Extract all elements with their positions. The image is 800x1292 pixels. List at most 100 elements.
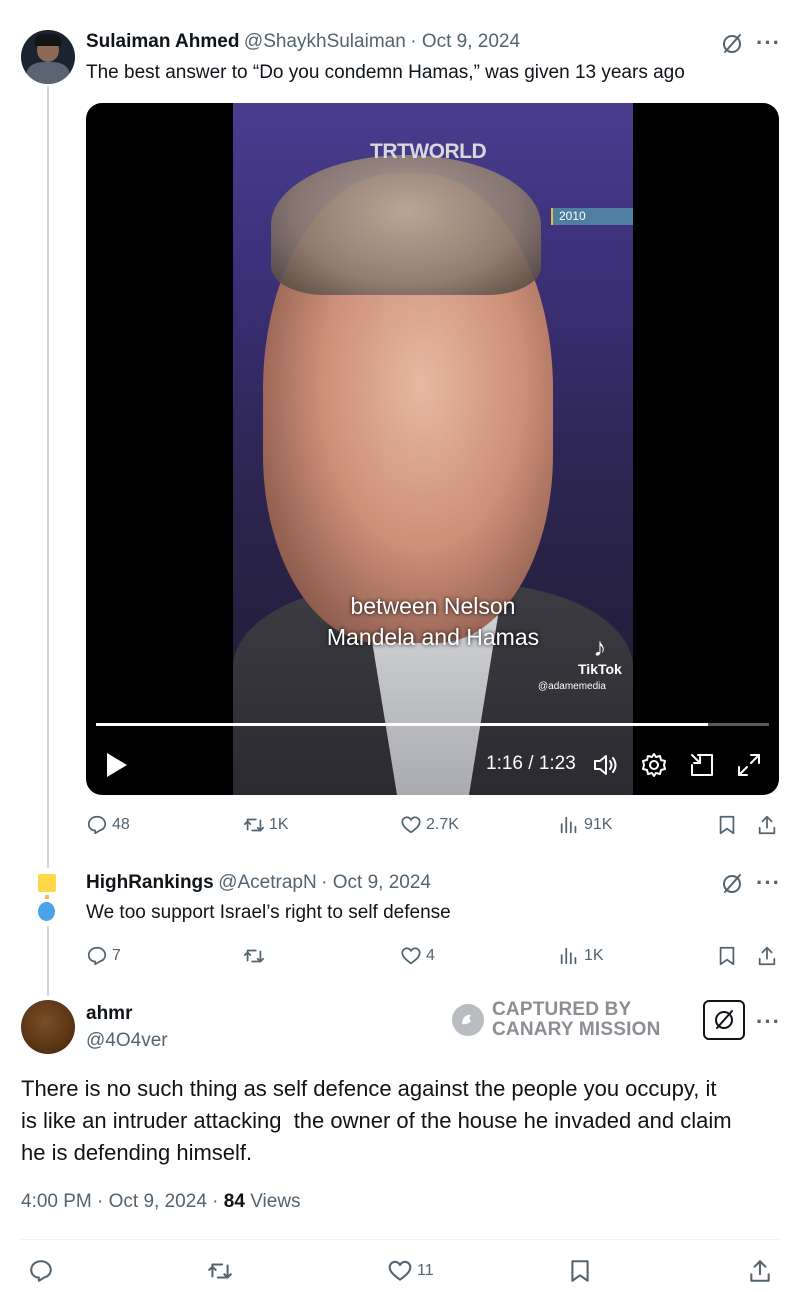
tweet-text: There is no such thing as self defence a… bbox=[21, 1073, 732, 1169]
share-button[interactable] bbox=[756, 814, 778, 836]
like-icon bbox=[388, 1260, 412, 1281]
avatar[interactable] bbox=[21, 1000, 75, 1054]
share-button[interactable] bbox=[756, 945, 778, 967]
like-button[interactable]: 11 bbox=[387, 1258, 434, 1284]
repost-icon bbox=[208, 1263, 232, 1279]
reply-count: 7 bbox=[112, 947, 121, 964]
repost-icon bbox=[243, 949, 265, 963]
author-name[interactable]: ahmr bbox=[86, 1003, 132, 1025]
bookmark-button[interactable] bbox=[716, 945, 738, 967]
repost-button[interactable] bbox=[207, 1258, 233, 1284]
video-progress-bar[interactable] bbox=[96, 723, 769, 726]
video-time: 1:16 / 1:23 bbox=[486, 753, 576, 774]
slashed-circle-icon[interactable] bbox=[720, 872, 744, 896]
repost-button[interactable]: 1K bbox=[243, 814, 289, 836]
author-name[interactable]: Sulaiman Ahmed bbox=[86, 31, 239, 52]
bookmark-button[interactable] bbox=[716, 814, 738, 836]
views-count: 1K bbox=[584, 947, 604, 964]
avatar[interactable] bbox=[21, 30, 75, 84]
tweet-text: We too support Israel’s right to self de… bbox=[86, 902, 451, 923]
tweet-date[interactable]: · Oct 9, 2024 bbox=[321, 872, 431, 893]
video-frame: TRTWORLD 2010 between Nelson Mandela and… bbox=[233, 103, 633, 795]
thread-line bbox=[47, 926, 49, 996]
settings-icon[interactable] bbox=[641, 752, 667, 783]
reply-icon bbox=[30, 1260, 52, 1282]
author-name[interactable]: HighRankings bbox=[86, 872, 214, 893]
tiktok-watermark: ♪ TikTok bbox=[578, 633, 622, 677]
bookmark-icon bbox=[719, 946, 735, 966]
author-handle[interactable]: @AcetrapN bbox=[218, 872, 317, 893]
repost-count: 1K bbox=[269, 816, 289, 833]
canary-mission-watermark: CAPTURED BY CANARY MISSION bbox=[452, 1000, 661, 1040]
reply-button[interactable]: 7 bbox=[86, 945, 121, 967]
video-caption-line: Mandela and Hamas bbox=[326, 624, 540, 650]
repost-button[interactable] bbox=[243, 945, 269, 967]
divider bbox=[20, 1239, 780, 1240]
tweet-text-line: he is defending himself. bbox=[21, 1140, 253, 1165]
canary-text: CAPTURED BY CANARY MISSION bbox=[492, 1000, 661, 1040]
author-handle[interactable]: @ShaykhSulaiman bbox=[244, 31, 406, 52]
share-icon bbox=[758, 946, 776, 966]
tiktok-label: TikTok bbox=[578, 661, 622, 677]
bookmark-icon bbox=[571, 1260, 589, 1282]
views-icon bbox=[560, 947, 577, 965]
views-label: Views bbox=[250, 1191, 301, 1212]
more-icon[interactable]: ··· bbox=[756, 872, 781, 894]
avatar[interactable] bbox=[26, 872, 66, 924]
video-caption: between Nelson Mandela and Hamas bbox=[233, 591, 633, 653]
tweet-text: The best answer to “Do you condemn Hamas… bbox=[86, 62, 685, 83]
views-icon bbox=[560, 816, 577, 834]
video-player[interactable]: TRTWORLD 2010 between Nelson Mandela and… bbox=[86, 103, 779, 795]
year-tag: 2010 bbox=[551, 208, 633, 225]
bookmark-button[interactable] bbox=[567, 1258, 593, 1284]
pip-icon[interactable] bbox=[689, 752, 715, 783]
channel-logo: TRTWORLD bbox=[370, 140, 487, 163]
like-icon bbox=[401, 816, 421, 834]
thread-line bbox=[47, 86, 49, 868]
tweet-text-line: is like an intruder attacking the owner … bbox=[21, 1108, 732, 1133]
tweet-text-line: There is no such thing as self defence a… bbox=[21, 1076, 717, 1101]
reply-icon bbox=[87, 815, 107, 835]
like-button[interactable]: 2.7K bbox=[400, 814, 459, 836]
video-caption-line: between Nelson bbox=[350, 593, 516, 619]
share-icon bbox=[758, 815, 776, 835]
play-icon[interactable] bbox=[104, 751, 130, 784]
video-progress-fill bbox=[96, 723, 709, 726]
repost-icon bbox=[243, 818, 265, 832]
share-icon bbox=[750, 1260, 770, 1282]
tweet-date[interactable]: Oct 9, 2024 bbox=[109, 1191, 207, 1212]
views-count: 84 bbox=[223, 1191, 245, 1212]
like-button[interactable]: 4 bbox=[400, 945, 435, 967]
views-button[interactable]: 91K bbox=[558, 814, 612, 836]
like-count: 2.7K bbox=[426, 816, 459, 833]
reply-button[interactable] bbox=[28, 1258, 54, 1284]
tweet-header: HighRankings @AcetrapN · Oct 9, 2024 bbox=[86, 872, 431, 894]
like-count: 4 bbox=[426, 947, 435, 964]
more-icon[interactable]: ··· bbox=[756, 1011, 781, 1033]
like-icon bbox=[401, 947, 421, 965]
share-button[interactable] bbox=[747, 1258, 773, 1284]
tweet-timestamp: 4:00 PM · Oct 9, 2024 · 84 Views bbox=[21, 1191, 301, 1212]
views-count: 91K bbox=[584, 816, 613, 833]
tweet-header: Sulaiman Ahmed @ShaykhSulaiman · Oct 9, … bbox=[86, 31, 520, 53]
canary-text-line: CANARY MISSION bbox=[492, 1019, 661, 1040]
like-count: 11 bbox=[417, 1262, 434, 1279]
tweet-time[interactable]: 4:00 PM bbox=[21, 1191, 92, 1212]
tiktok-icon: ♪ bbox=[593, 632, 607, 662]
reply-count: 48 bbox=[112, 816, 130, 833]
canary-logo-icon bbox=[452, 1004, 484, 1036]
volume-icon[interactable] bbox=[592, 752, 620, 783]
views-button[interactable]: 1K bbox=[558, 945, 604, 967]
slashed-circle-icon[interactable] bbox=[720, 32, 744, 56]
reply-button[interactable]: 48 bbox=[86, 814, 130, 836]
author-handle[interactable]: @4O4ver bbox=[86, 1030, 168, 1052]
reply-icon bbox=[87, 946, 107, 966]
canary-text-line: CAPTURED BY bbox=[492, 999, 632, 1020]
bookmark-icon bbox=[719, 815, 735, 835]
tiktok-handle: @adamemedia bbox=[538, 681, 606, 692]
more-icon[interactable]: ··· bbox=[756, 32, 781, 54]
fullscreen-icon[interactable] bbox=[736, 752, 762, 783]
tweet-date[interactable]: · Oct 9, 2024 bbox=[410, 31, 520, 52]
slashed-circle-icon[interactable] bbox=[703, 1000, 745, 1040]
video-figure-hair bbox=[271, 155, 541, 295]
